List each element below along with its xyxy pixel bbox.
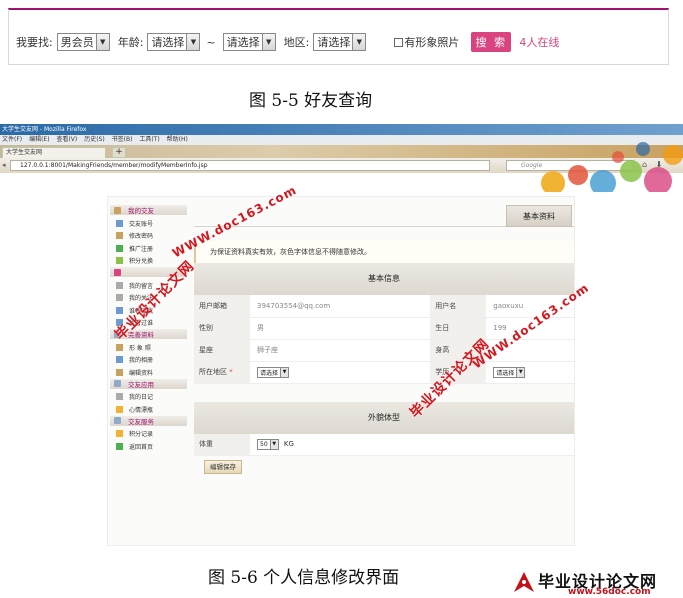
online-count[interactable]: 4人在线: [519, 34, 559, 50]
site-logo: 毕业设计论文网 www.56doc.com: [512, 568, 680, 597]
menu-edit[interactable]: 编辑(E): [29, 136, 49, 143]
region-select[interactable]: 请选择 ▼: [313, 33, 367, 51]
diary-icon: [116, 393, 123, 401]
menu-bookmarks[interactable]: 书签(B): [112, 136, 133, 143]
gender-value: 男: [250, 317, 431, 340]
username-label: 用户名: [430, 295, 487, 318]
age-to-select[interactable]: 请选择 ▼: [222, 33, 276, 51]
photo-checkbox-label: 有形象照片: [404, 36, 460, 49]
heart-icon: [114, 268, 121, 276]
region-label: 所在地区 *: [194, 361, 250, 384]
menu-file[interactable]: 文件(F): [2, 136, 22, 143]
sidebar-group-apps[interactable]: 交友应用: [110, 378, 187, 389]
browser-titlebar: 大学生交友网 - Mozilla Firefox: [0, 124, 683, 135]
eye-icon: [116, 306, 123, 314]
sidebar-item-points-log[interactable]: 积分记录: [110, 428, 187, 441]
region-label: 地区:: [283, 36, 310, 49]
new-tab-button[interactable]: +: [112, 147, 126, 158]
message-icon: [116, 281, 123, 289]
region-select[interactable]: 请选择 ▼: [257, 366, 290, 378]
album-icon: [116, 356, 123, 364]
share-icon: [116, 244, 123, 252]
floral-banner-decoration: [541, 142, 683, 192]
friend-search-panel: 我要找: 男会员 ▼ 年龄: 请选择 ▼ ~ 请选择 ▼ 地区: 请选择 ▼ 有形象照片…: [8, 8, 669, 65]
sidebar-item-password[interactable]: 修改密码: [110, 230, 187, 243]
sidebar-item-home[interactable]: 返回首页: [110, 440, 187, 453]
profile-notice: 为保证资料真实有效，灰色字体信息不得随意修改。: [194, 241, 574, 263]
url-bar[interactable]: 127.0.0.1:8001/MakingFriends/member/modi…: [10, 160, 490, 171]
pen-nib-icon: [514, 572, 534, 592]
home-icon: [114, 206, 121, 214]
zodiac-value: 狮子座: [250, 339, 431, 362]
weight-label: 体重: [194, 433, 250, 456]
search-row: 我要找: 男会员 ▼ 年龄: 请选择 ▼ ~ 请选择 ▼ 地区: 请选择 ▼ 有形象照片…: [16, 32, 559, 52]
appearance-table: 体重 50 ▼ KG: [194, 433, 574, 456]
table-row: 体重 50 ▼ KG: [194, 433, 574, 456]
sidebar-item-edit-profile[interactable]: 编辑资料: [110, 366, 187, 379]
service-icon: [114, 417, 121, 424]
key-icon: [116, 232, 123, 240]
sidebar-item-album[interactable]: 我的相册: [110, 354, 187, 367]
return-icon: [116, 442, 123, 450]
menu-help[interactable]: 帮助(H): [167, 136, 188, 143]
search-button[interactable]: 搜 索: [471, 32, 512, 52]
menu-tools[interactable]: 工具(T): [139, 136, 159, 143]
gender-select[interactable]: 男会员 ▼: [56, 33, 110, 51]
sidebar-item-account[interactable]: 交友账号: [110, 217, 187, 230]
photo-checkbox[interactable]: [394, 37, 404, 47]
account-icon: [116, 219, 123, 227]
menu-history[interactable]: 历史(S): [84, 136, 105, 143]
bulb-icon: [116, 405, 123, 413]
sidebar-item-photo[interactable]: 形 象 照: [110, 341, 187, 354]
sidebar-group-services[interactable]: 交友服务: [110, 415, 187, 426]
tab-basic-info[interactable]: 基本资料: [506, 205, 572, 227]
dropdown-arrow-icon: ▼: [352, 34, 366, 50]
edit-icon: [116, 368, 123, 376]
weight-unit: KG: [283, 439, 294, 448]
coin-icon: [116, 430, 123, 438]
email-value: 394703554@qq.com: [250, 295, 431, 318]
save-button[interactable]: 编辑保存: [204, 460, 242, 474]
table-row: 用户邮箱 394703554@qq.com 用户名 gaoxuxu: [194, 295, 574, 318]
sidebar-item-diary[interactable]: 我的日记: [110, 391, 187, 404]
education-select[interactable]: 请选择 ▼: [493, 366, 526, 378]
age-label: 年龄:: [117, 36, 144, 49]
dropdown-arrow-icon: ▼: [280, 367, 289, 377]
weight-select[interactable]: 50 ▼: [257, 438, 279, 450]
apps-icon: [114, 380, 121, 387]
dropdown-arrow-icon: ▼: [186, 34, 200, 50]
dropdown-arrow-icon: ▼: [261, 34, 275, 50]
sidebar-item-mood-bottle[interactable]: 心情漂瓶: [110, 403, 187, 416]
logo-url: www.56doc.com: [568, 587, 651, 597]
browser-tab[interactable]: 大学生交友网: [2, 147, 106, 158]
menu-view[interactable]: 查看(V): [56, 136, 77, 143]
figure-caption-5-5: 图 5-5 好友查询: [249, 91, 373, 111]
follow-icon: [116, 294, 123, 302]
table-row: 所在地区 * 请选择 ▼ 学历 请选择 ▼: [194, 361, 574, 384]
age-from-select[interactable]: 请选择 ▼: [147, 33, 201, 51]
dropdown-arrow-icon: ▼: [95, 34, 109, 50]
photo-icon: [116, 343, 123, 351]
back-arrow-icon[interactable]: ◂: [2, 161, 6, 169]
email-label: 用户邮箱: [194, 295, 250, 318]
figure-caption-5-6: 图 5-6 个人信息修改界面: [208, 568, 400, 588]
gender-label: 性别: [194, 317, 250, 340]
required-mark: *: [229, 368, 233, 376]
find-label: 我要找:: [16, 36, 53, 49]
dropdown-arrow-icon: ▼: [269, 439, 278, 449]
browser-window: 大学生交友网 - Mozilla Firefox 文件(F) 编辑(E) 查看(…: [0, 124, 683, 192]
sidebar-group-my-friends[interactable]: 我的交友: [110, 205, 187, 215]
dropdown-arrow-icon: ▼: [516, 367, 525, 377]
age-range-tilde: ~: [206, 35, 216, 49]
section-basic-info: 基本信息: [194, 263, 574, 295]
zodiac-label: 星座: [194, 339, 250, 362]
gift-icon: [116, 257, 123, 265]
section-appearance: 外貌体型: [194, 401, 574, 434]
